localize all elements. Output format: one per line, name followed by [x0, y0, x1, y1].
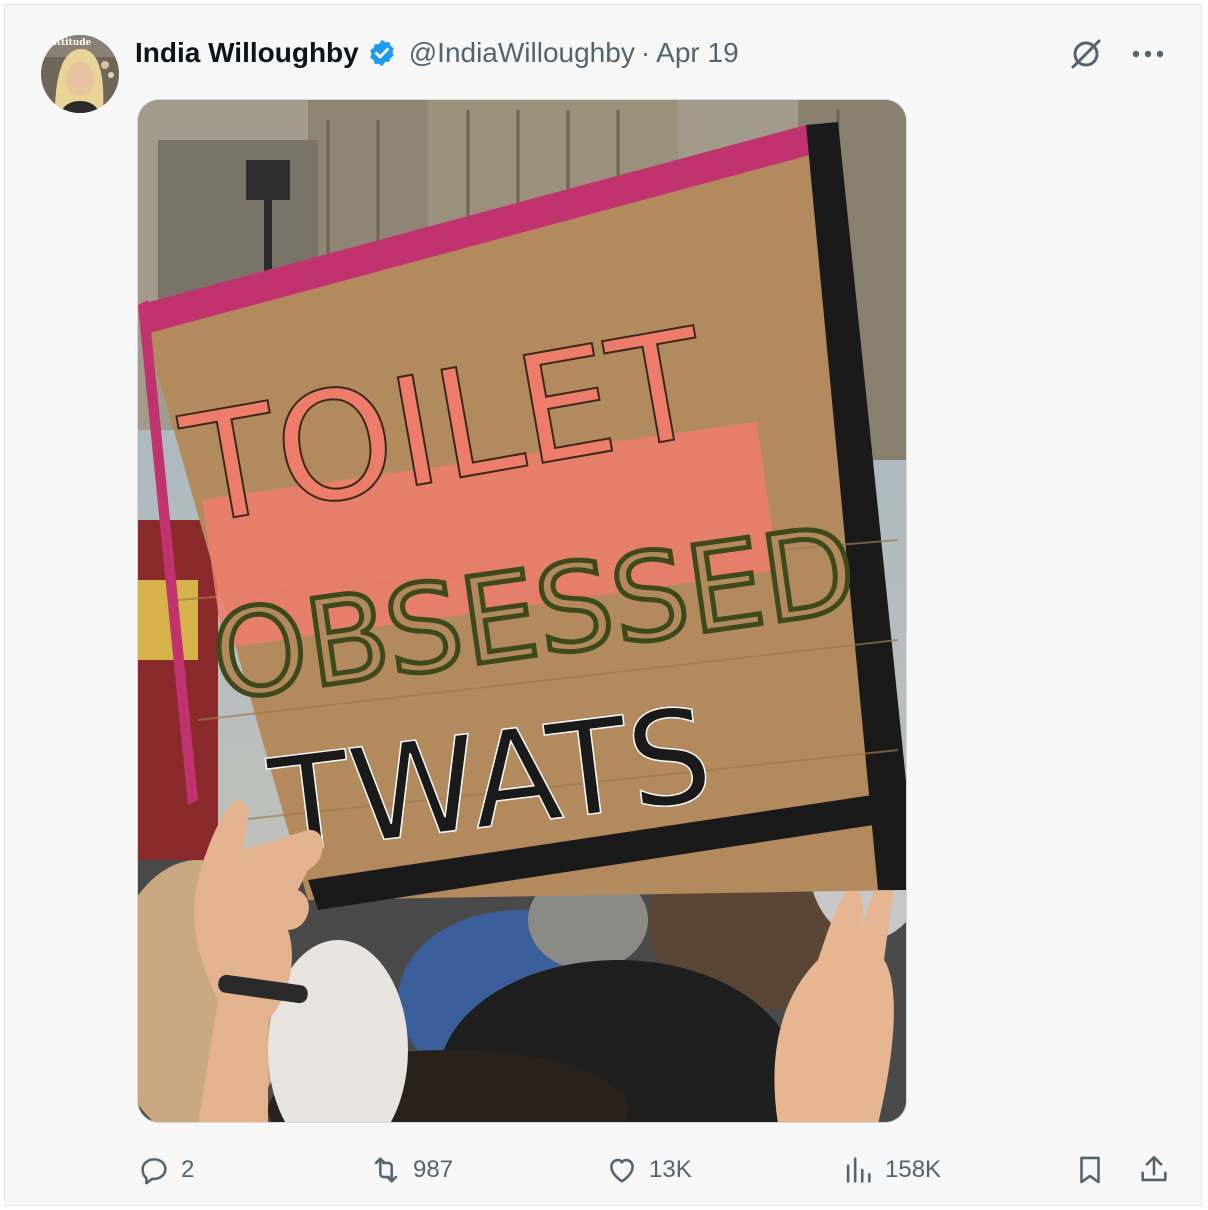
repost-icon — [374, 1157, 398, 1183]
tweet-photo[interactable]: TOILET OBSESSED TWATS — [137, 99, 907, 1123]
reply-icon — [141, 1158, 167, 1185]
avatar-badge: attitude — [51, 38, 92, 48]
avatar[interactable]: attitude — [41, 35, 119, 113]
like-button[interactable]: 13K — [605, 1145, 692, 1195]
tweet-top-actions — [1067, 35, 1165, 73]
protest-sign-photo: TOILET OBSESSED TWATS — [138, 100, 906, 1122]
share-icon — [1141, 1155, 1167, 1182]
heart-icon — [610, 1158, 634, 1183]
author-name[interactable]: India Willoughby — [135, 37, 359, 69]
author-handle[interactable]: @IndiaWilloughby — [409, 37, 635, 69]
bookmark-icon — [1080, 1156, 1100, 1184]
views-icon — [846, 1157, 871, 1183]
grok-icon[interactable] — [1067, 35, 1105, 73]
avatar-image: attitude — [41, 35, 119, 113]
reply-button[interactable]: 2 — [137, 1145, 194, 1195]
repost-button[interactable]: 987 — [369, 1145, 453, 1195]
share-button[interactable] — [1137, 1145, 1171, 1195]
tweet-card: attitude India Willoughby @IndiaWillough… — [4, 4, 1202, 1206]
verified-badge-icon — [369, 39, 394, 67]
tweet-actions-bar: 2 987 13K 158K — [137, 1145, 1173, 1195]
tweet-header: India Willoughby @IndiaWilloughby · Apr … — [135, 33, 739, 73]
bookmark-button[interactable] — [1073, 1145, 1107, 1195]
more-options-icon[interactable] — [1131, 49, 1165, 59]
view-count: 158K — [885, 1156, 942, 1183]
repost-count: 987 — [413, 1156, 454, 1183]
reply-count: 2 — [181, 1156, 195, 1183]
views-button[interactable]: 158K — [841, 1145, 941, 1195]
like-count: 13K — [649, 1156, 692, 1183]
separator-dot: · — [640, 37, 651, 68]
tweet-date[interactable]: Apr 19 — [656, 37, 739, 69]
